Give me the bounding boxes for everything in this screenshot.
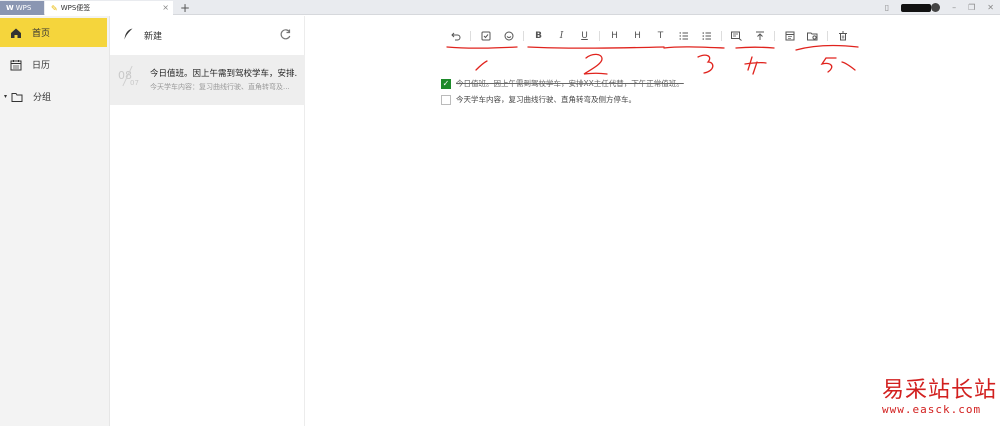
tab-wps[interactable]: W WPS xyxy=(0,1,44,15)
bold-button[interactable]: B xyxy=(527,28,550,44)
sidebar-item-label: 首页 xyxy=(32,29,51,39)
checkbox-checked[interactable]: ✓ xyxy=(441,78,451,89)
minimize-icon[interactable]: – xyxy=(952,3,956,12)
editor: B I U H H T ✓ 今日值班。因上午需到驾校学车，安排XX主任代替，下午… xyxy=(306,16,1000,426)
numbered-list-icon[interactable] xyxy=(672,28,695,44)
calendar-icon xyxy=(10,59,22,71)
toolbar-divider xyxy=(774,31,775,41)
delete-icon[interactable] xyxy=(831,28,854,44)
toolbar-divider xyxy=(470,31,471,41)
sidebar-item-home[interactable]: 首页 xyxy=(0,18,107,47)
new-note-label: 新建 xyxy=(144,31,163,42)
watermark-title: 易采站长站 xyxy=(882,378,998,403)
pencil-icon: ✎ xyxy=(51,3,58,13)
underline-button[interactable]: U xyxy=(573,28,596,44)
pin-top-icon[interactable] xyxy=(748,28,771,44)
heading1-button[interactable]: H xyxy=(603,28,626,44)
toolbar-divider xyxy=(827,31,828,41)
title-bar: W WPS ✎ WPS便签 × + ▯ – ❐ ✕ xyxy=(0,0,1000,15)
remind-icon[interactable] xyxy=(725,28,748,44)
tab-note-label: WPS便签 xyxy=(60,4,91,12)
window-controls: ▯ – ❐ ✕ xyxy=(885,0,994,15)
sidebar-item-groups[interactable]: ▾ 分组 xyxy=(0,82,107,111)
note-preview: 今天学车内容：复习曲线行驶、直角转弯及... xyxy=(150,83,290,91)
sidebar-item-label: 分组 xyxy=(33,93,52,103)
text-button[interactable]: T xyxy=(649,28,672,44)
sync-icon[interactable] xyxy=(279,26,292,40)
user-name-redacted xyxy=(901,3,932,12)
sidebar: 首页 日历 ▾ 分组 xyxy=(0,16,110,426)
move-to-folder-icon[interactable] xyxy=(801,28,824,44)
italic-button[interactable]: I xyxy=(550,28,573,44)
list-item[interactable]: 08 07 今日值班。因上午需到驾校学车，安排... 今天学车内容：复习曲线行驶… xyxy=(110,55,305,105)
note-title: 今日值班。因上午需到驾校学车，安排... xyxy=(150,69,298,79)
toolbar-divider xyxy=(721,31,722,41)
note-month: 07 xyxy=(130,79,139,87)
avatar[interactable] xyxy=(931,3,941,12)
restore-icon[interactable]: ❐ xyxy=(968,3,975,12)
sidebar-item-label: 日历 xyxy=(32,61,51,71)
wps-logo-icon: W xyxy=(6,4,14,12)
tab-wps-label: WPS xyxy=(15,4,32,12)
folder-icon xyxy=(11,91,23,103)
sidebar-item-calendar[interactable]: 日历 xyxy=(0,50,107,79)
new-note-button[interactable]: 新建 xyxy=(110,20,305,50)
todo-text[interactable]: 今天学车内容，复习曲线行驶、直角转弯及侧方停车。 xyxy=(456,94,636,105)
editor-toolbar: B I U H H T xyxy=(444,28,854,44)
watermark-url: www.easck.com xyxy=(882,403,982,416)
template-icon[interactable] xyxy=(778,28,801,44)
skin-icon[interactable]: ▯ xyxy=(885,3,889,12)
toolbar-divider xyxy=(523,31,524,41)
bullet-list-icon[interactable] xyxy=(695,28,718,44)
toolbar-divider xyxy=(599,31,600,41)
close-icon[interactable]: ✕ xyxy=(987,3,994,12)
tab-wps-note[interactable]: ✎ WPS便签 × xyxy=(45,1,173,15)
todo-item[interactable]: ✓ 今日值班。因上午需到驾校学车，安排XX主任代替，下午正常值班。 xyxy=(441,78,684,89)
checklist-button[interactable] xyxy=(474,28,497,44)
heading2-button[interactable]: H xyxy=(626,28,649,44)
note-list: 新建 08 07 今日值班。因上午需到驾校学车，安排... 今天学车内容：复习曲… xyxy=(110,16,305,426)
emoji-button[interactable] xyxy=(497,28,520,44)
expand-arrow-icon[interactable]: ▾ xyxy=(4,93,7,100)
undo-button[interactable] xyxy=(444,28,467,44)
feather-icon xyxy=(123,28,134,43)
checkbox-unchecked[interactable] xyxy=(441,94,451,105)
home-icon xyxy=(10,27,22,39)
todo-item[interactable]: 今天学车内容，复习曲线行驶、直角转弯及侧方停车。 xyxy=(441,94,636,105)
todo-text[interactable]: 今日值班。因上午需到驾校学车，安排XX主任代替，下午正常值班。 xyxy=(456,78,684,89)
new-tab-button[interactable]: + xyxy=(178,0,192,15)
tab-close-icon[interactable]: × xyxy=(162,3,169,12)
